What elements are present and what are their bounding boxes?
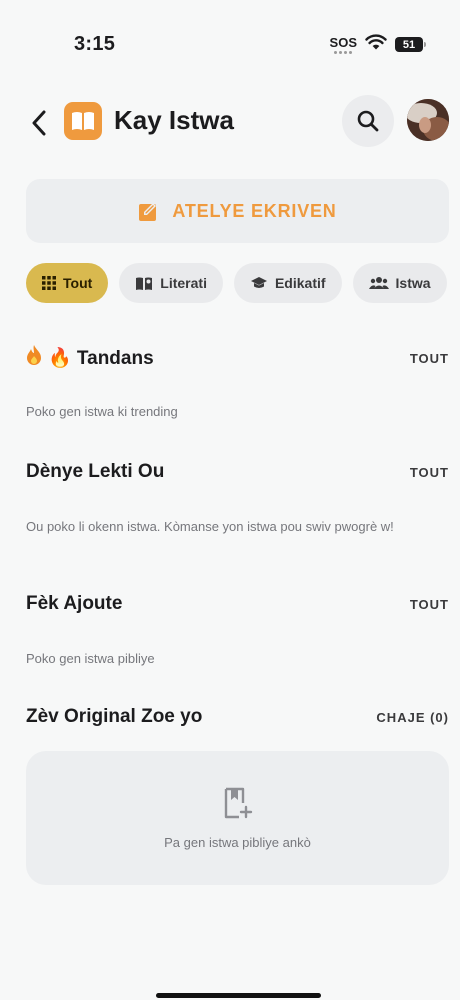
battery-icon: 51 — [395, 37, 426, 52]
chip-literature[interactable]: Literati — [119, 263, 223, 303]
chip-label: Edikatif — [274, 275, 326, 291]
wifi-icon — [365, 34, 387, 55]
section-new-header: Fèk Ajoute TOUT — [26, 593, 449, 615]
originals-empty-text: Pa gen istwa pibliye ankò — [164, 834, 311, 850]
bookmark-add-icon — [224, 787, 252, 818]
originals-load-link[interactable]: CHAJE (0) — [376, 710, 449, 725]
section-recent-title: Dènye Lekti Ou — [26, 461, 165, 482]
open-book-icon — [72, 112, 94, 130]
status-time: 3:15 — [74, 33, 116, 55]
writing-workshop-label: ATELYE EKRIVEN — [172, 200, 337, 221]
graduation-cap-icon — [250, 277, 267, 288]
recent-see-all-link[interactable]: TOUT — [410, 465, 449, 480]
group-icon — [368, 277, 389, 289]
chip-label: Istwa — [395, 275, 431, 291]
sos-dots — [334, 50, 353, 54]
chip-educational[interactable]: Edikatif — [233, 263, 342, 303]
section-originals-title: Zèv Original Zoe yo — [26, 706, 203, 727]
avatar[interactable] — [407, 99, 449, 141]
chip-label: Literati — [160, 275, 207, 291]
edit-square-icon — [139, 203, 157, 221]
section-trending-label: 🔥 Tandans — [48, 348, 154, 369]
chip-all[interactable]: Tout — [26, 263, 109, 303]
app-logo — [64, 102, 102, 140]
section-trending-title: 🔥 Tandans — [26, 344, 154, 372]
chip-stories[interactable]: Istwa — [352, 263, 447, 303]
trending-see-all-link[interactable]: TOUT — [410, 351, 449, 366]
writing-workshop-button[interactable]: ATELYE EKRIVEN — [26, 179, 449, 243]
trending-empty-text: Poko gen istwa ki trending — [26, 404, 178, 419]
section-recent-header: Dènye Lekti Ou TOUT — [26, 461, 449, 483]
chip-label: Tout — [63, 275, 93, 291]
sos-indicator: SOS — [330, 36, 357, 54]
section-trending-header: 🔥 Tandans TOUT — [26, 344, 449, 372]
book-reader-icon — [136, 277, 153, 290]
page-title: Kay Istwa — [114, 105, 234, 135]
category-chips-scroller[interactable]: Tout Literati Edikatif Istwa — [0, 263, 460, 303]
status-icons: SOS 51 — [330, 34, 426, 55]
search-icon — [357, 110, 379, 132]
recent-empty-text: Ou poko li okenn istwa. Kòmanse yon istw… — [26, 519, 394, 534]
section-new-title: Fèk Ajoute — [26, 593, 123, 614]
grid-icon — [42, 276, 56, 290]
chevron-left-icon — [32, 110, 46, 136]
search-button[interactable] — [342, 95, 394, 147]
battery-level: 51 — [395, 37, 423, 52]
new-empty-text: Poko gen istwa pibliye — [26, 651, 155, 666]
category-chips: Tout Literati Edikatif Istwa — [26, 263, 447, 303]
fire-icon — [26, 344, 42, 372]
section-originals-header: Zèv Original Zoe yo CHAJE (0) — [26, 706, 449, 728]
sos-label: SOS — [329, 34, 357, 50]
originals-empty-card: Pa gen istwa pibliye ankò — [26, 751, 449, 885]
screen: 3:15 SOS 51 Kay Istwa ATELYE EKRIVEN Tou… — [0, 0, 460, 1000]
home-indicator[interactable] — [156, 993, 321, 998]
back-button[interactable] — [26, 108, 52, 138]
new-see-all-link[interactable]: TOUT — [410, 597, 449, 612]
status-bar: 3:15 SOS 51 — [0, 0, 460, 62]
